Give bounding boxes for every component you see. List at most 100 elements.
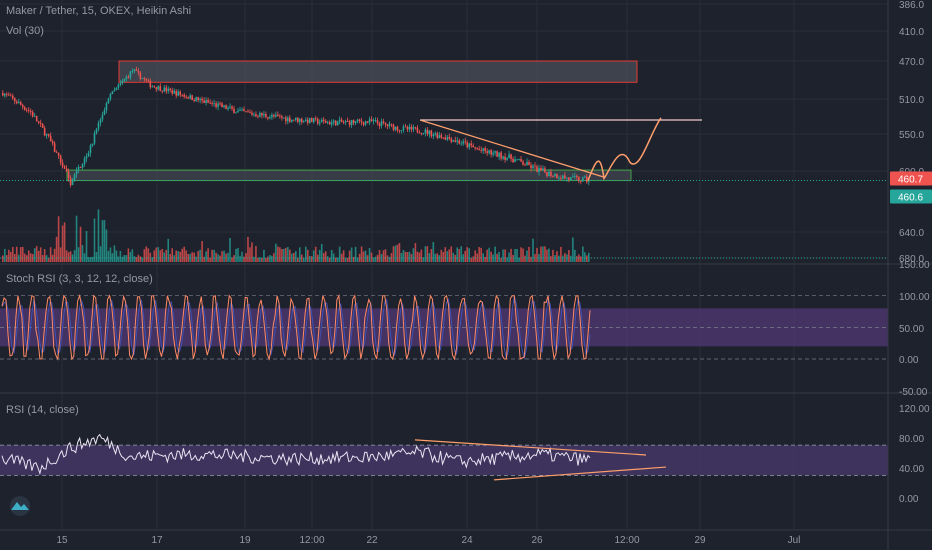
candle-232 (464, 141, 467, 143)
candle-48 (97, 122, 100, 130)
symbol-title[interactable]: Maker / Tether, 15, OKEX, Heikin Ashi (6, 5, 191, 17)
rsi-tick-label-1: 80.00 (899, 434, 924, 445)
volume-bar-163 (326, 256, 329, 262)
volume-bar-237 (474, 250, 476, 262)
volume-bar-276 (552, 249, 554, 262)
candle-293 (586, 176, 588, 182)
candle-231 (462, 141, 465, 144)
stoch-rsi-label[interactable]: Stoch RSI (3, 3, 12, 12, close) (6, 273, 153, 285)
volume-bar-78 (157, 247, 160, 262)
volume-bar-18 (37, 250, 40, 262)
volume-bar-50 (101, 220, 104, 262)
volume-bar-233 (466, 247, 469, 262)
candle-169 (338, 119, 341, 122)
candle-30 (61, 162, 64, 167)
candle-163 (326, 122, 329, 124)
volume-bar-132 (265, 257, 267, 262)
price-tick-label-4: 510.0 (899, 95, 924, 106)
candle-141 (283, 117, 285, 119)
candle-161 (322, 119, 325, 121)
volume-bar-39 (79, 226, 82, 262)
volume-bar-42 (85, 231, 88, 262)
candle-286 (572, 176, 574, 178)
candle-149 (298, 118, 301, 122)
volume-bar-125 (251, 242, 253, 262)
volume-bar-221 (442, 252, 445, 262)
candle-229 (458, 140, 461, 144)
volume-bar-47 (95, 252, 98, 262)
rsi-label[interactable]: RSI (14, close) (6, 404, 79, 416)
candle-203 (406, 126, 409, 130)
candle-3 (7, 94, 10, 96)
candle-199 (398, 130, 401, 132)
volume-bar-232 (464, 250, 467, 262)
volume-bar-2 (5, 255, 8, 262)
candle-15 (31, 112, 34, 117)
candle-170 (340, 119, 343, 123)
volume-bar-272 (544, 246, 546, 262)
candle-257 (514, 159, 516, 163)
candle-273 (546, 172, 548, 177)
volume-bar-131 (263, 249, 265, 262)
candle-113 (227, 107, 229, 110)
candle-134 (269, 117, 271, 119)
candle-196 (392, 124, 395, 130)
volume-bar-36 (73, 250, 76, 262)
candle-197 (394, 126, 397, 130)
volume-bar-287 (574, 249, 576, 262)
volume-bar-284 (568, 250, 570, 262)
candle-135 (271, 114, 273, 118)
volume-bar-171 (342, 250, 345, 262)
tradingview-logo-icon[interactable] (8, 496, 32, 516)
volume-bar-240 (480, 247, 482, 262)
candle-228 (456, 140, 459, 142)
volume-bar-26 (53, 248, 56, 262)
volume-bar-280 (560, 246, 562, 262)
volume-bar-191 (382, 250, 385, 262)
volume-bar-275 (550, 256, 552, 262)
rsi-tick-label-2: 40.00 (899, 464, 924, 475)
volume-bar-168 (336, 257, 339, 262)
volume-bar-152 (304, 246, 307, 262)
volume-bar-162 (324, 251, 327, 262)
candle-9 (19, 102, 22, 105)
rsi-tick-label-3: 0.00 (899, 494, 919, 505)
candle-253 (506, 157, 508, 160)
candle-124 (249, 112, 251, 113)
candle-60 (121, 80, 124, 84)
volume-bar-84 (169, 254, 172, 262)
candle-167 (334, 120, 337, 126)
volume-bar-182 (364, 250, 367, 262)
candle-97 (195, 97, 197, 101)
candle-119 (239, 110, 241, 112)
candle-165 (330, 122, 333, 125)
volume-bar-254 (508, 252, 510, 262)
volume-bar-207 (414, 243, 417, 262)
volume-bar-184 (368, 247, 371, 262)
volume-bar-279 (558, 255, 560, 262)
volume-bar-141 (283, 248, 285, 262)
candle-212 (424, 129, 427, 133)
candle-137 (275, 114, 277, 117)
volume-bar-218 (436, 253, 439, 262)
candle-185 (370, 119, 373, 122)
candle-271 (542, 168, 544, 171)
volume-bar-46 (93, 218, 96, 262)
volume-label[interactable]: Vol (30) (6, 25, 44, 37)
candle-57 (115, 87, 118, 91)
volume-bar-129 (259, 257, 261, 262)
volume-bar-262 (524, 255, 526, 262)
candle-14 (29, 110, 32, 113)
volume-bar-135 (271, 255, 273, 262)
candle-109 (219, 103, 221, 105)
candle-102 (205, 100, 207, 103)
candle-211 (422, 132, 425, 134)
candle-67 (135, 69, 138, 71)
candle-74 (149, 80, 152, 88)
candle-70 (141, 78, 144, 80)
volume-bar-183 (366, 255, 369, 262)
candle-139 (279, 115, 281, 117)
stoch-tick-label-0: 150.00 (899, 260, 930, 271)
volume-bar-175 (350, 247, 353, 262)
volume-bar-69 (139, 256, 142, 262)
